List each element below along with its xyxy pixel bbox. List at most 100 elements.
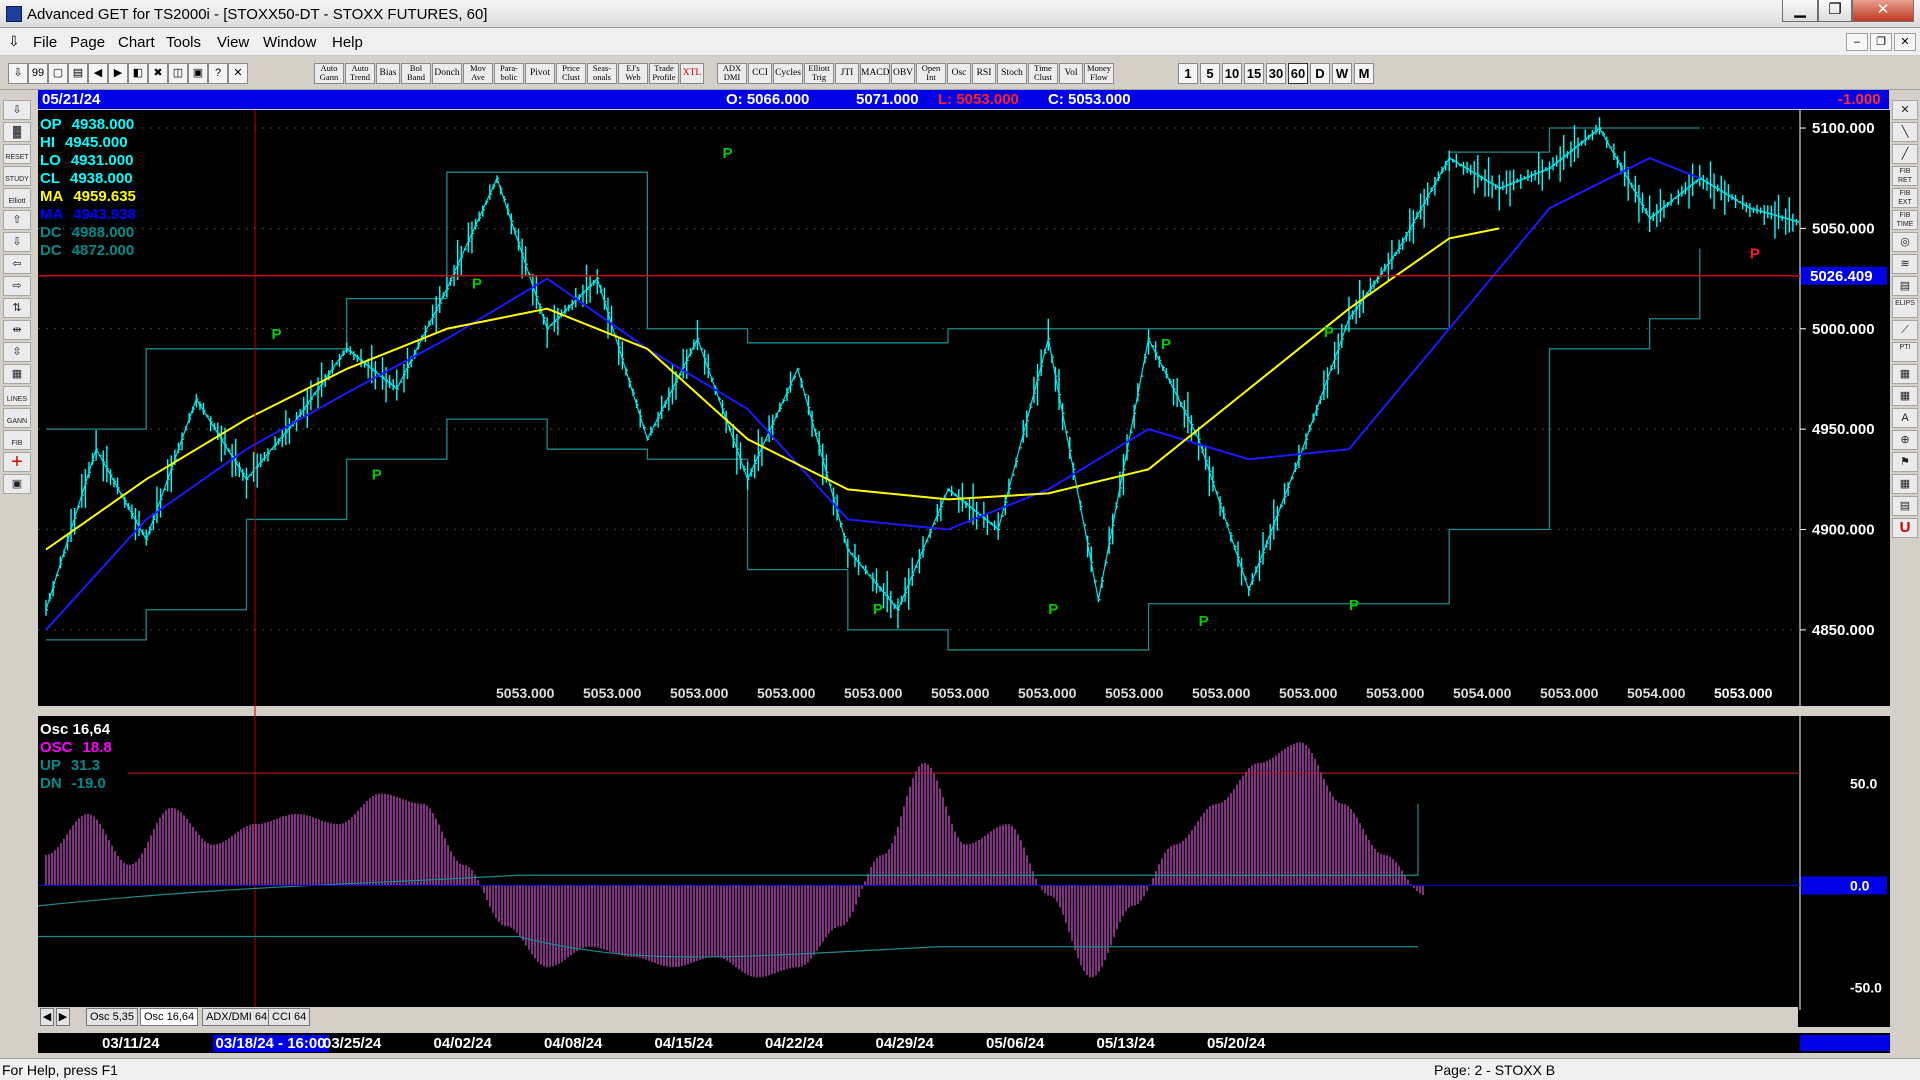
tab-osc-16-64[interactable]: Osc 16,64 <box>140 1008 199 1026</box>
left-tool-12[interactable]: ▦ <box>3 364 31 384</box>
right-tool-9[interactable]: ELIPS <box>1892 298 1918 318</box>
left-tool-11[interactable]: ⇳ <box>3 342 31 362</box>
toolbar-file-button-9[interactable]: ▣ <box>188 63 208 84</box>
toolbar-indicator-para-bolic[interactable]: Para- bolic <box>494 63 524 84</box>
right-tool-2[interactable]: ╱ <box>1892 144 1918 164</box>
toolbar-indicator-osc[interactable]: Osc <box>947 63 971 84</box>
price-chart-svg[interactable]: 5100.000 5050.000 5000.000 4950.000 4900.000… <box>38 110 1890 1027</box>
toolbar-indicator-donch[interactable]: Donch <box>432 63 462 84</box>
toolbar-file-button-2[interactable]: ▢ <box>48 63 68 84</box>
left-tool-13[interactable]: LINES <box>3 386 31 406</box>
left-tool-16[interactable]: + <box>3 452 31 472</box>
left-tool-5[interactable]: ⇧ <box>3 210 31 230</box>
interval-button-60[interactable]: 60 <box>1288 63 1308 84</box>
right-tool-5[interactable]: FIB TIME <box>1892 210 1918 230</box>
mdi-close-button[interactable]: ✕ <box>1894 33 1916 51</box>
toolbar-indicator-macd[interactable]: MACD <box>860 63 890 84</box>
right-tool-12[interactable]: ▦ <box>1892 364 1918 384</box>
toolbar-file-button-1[interactable]: 99 <box>28 63 48 84</box>
minimize-button[interactable]: ▁ <box>1782 0 1818 22</box>
chart-area[interactable]: 5100.000 5050.000 5000.000 4950.000 4900.000… <box>38 110 1890 1027</box>
right-tool-11[interactable]: PTI <box>1892 342 1918 362</box>
right-tool-17[interactable]: ▦ <box>1892 474 1918 494</box>
document-icon[interactable]: ⇩ <box>8 33 20 50</box>
menu-view[interactable]: View <box>217 34 249 51</box>
close-button[interactable]: ✕ <box>1852 0 1914 22</box>
toolbar-indicator-auto-gann[interactable]: Auto Gann <box>314 63 344 84</box>
toolbar-indicator-elliott-trig[interactable]: Elliott Trig <box>804 63 834 84</box>
right-tool-14[interactable]: A <box>1892 408 1918 428</box>
toolbar-indicator-money-flow[interactable]: Money Flow <box>1084 63 1114 84</box>
left-tool-1[interactable]: ▓ <box>3 122 31 142</box>
tab-scroll-right-icon[interactable]: ▶ <box>56 1008 70 1026</box>
toolbar-file-button-7[interactable]: ✖ <box>148 63 168 84</box>
right-tool-13[interactable]: ▦ <box>1892 386 1918 406</box>
menu-page[interactable]: Page <box>70 34 105 51</box>
mdi-minimize-button[interactable]: ‒ <box>1846 33 1868 51</box>
interval-button-5[interactable]: 5 <box>1200 63 1220 84</box>
toolbar-file-button-11[interactable]: ✕ <box>228 63 248 84</box>
right-tool-19[interactable]: U <box>1892 518 1918 538</box>
toolbar-file-button-6[interactable]: ◧ <box>128 63 148 84</box>
right-tool-7[interactable]: ≋ <box>1892 254 1918 274</box>
menu-file[interactable]: File <box>33 34 57 51</box>
mdi-restore-button[interactable]: ❐ <box>1870 33 1892 51</box>
interval-button-30[interactable]: 30 <box>1266 63 1286 84</box>
menu-tools[interactable]: Tools <box>166 34 201 51</box>
menu-help[interactable]: Help <box>332 34 363 51</box>
left-tool-14[interactable]: GANN <box>3 408 31 428</box>
right-tool-15[interactable]: ⊕ <box>1892 430 1918 450</box>
toolbar-indicator-vol[interactable]: Vol <box>1059 63 1083 84</box>
right-tool-10[interactable]: ⟋ <box>1892 320 1918 340</box>
right-tool-16[interactable]: ⚑ <box>1892 452 1918 472</box>
toolbar-indicator-bias[interactable]: Bias <box>376 63 400 84</box>
toolbar-indicator-cycles[interactable]: Cycles <box>773 63 803 84</box>
right-tool-1[interactable]: ╲ <box>1892 122 1918 142</box>
left-tool-3[interactable]: STUDY <box>3 166 31 186</box>
toolbar-indicator-adx-dmi[interactable]: ADX DMI <box>717 63 747 84</box>
toolbar-indicator-xtl[interactable]: XTL <box>680 63 704 84</box>
toolbar-indicator-price-clust[interactable]: Price Clust <box>556 63 586 84</box>
right-tool-0[interactable]: ✕ <box>1892 100 1918 120</box>
toolbar-indicator-open-int[interactable]: Open Int <box>916 63 946 84</box>
left-tool-17[interactable]: ▣ <box>3 474 31 494</box>
toolbar-indicator-stoch[interactable]: Stoch <box>997 63 1027 84</box>
toolbar-indicator-rsi[interactable]: RSI <box>972 63 996 84</box>
toolbar-file-button-3[interactable]: ▤ <box>68 63 88 84</box>
interval-button-1[interactable]: 1 <box>1178 63 1198 84</box>
tab-adx-dmi[interactable]: ADX/DMI 64 <box>202 1008 272 1026</box>
toolbar-indicator-time-clust[interactable]: Time Clust <box>1028 63 1058 84</box>
toolbar-indicator-pivot[interactable]: Pivot <box>525 63 555 84</box>
toolbar-indicator-mov-ave[interactable]: Mov Ave <box>463 63 493 84</box>
right-tool-8[interactable]: ▤ <box>1892 276 1918 296</box>
interval-button-M[interactable]: M <box>1354 63 1374 84</box>
interval-button-15[interactable]: 15 <box>1244 63 1264 84</box>
tab-osc-5-35[interactable]: Osc 5,35 <box>86 1008 139 1026</box>
right-tool-18[interactable]: ▤ <box>1892 496 1918 516</box>
tab-cci[interactable]: CCI 64 <box>268 1008 311 1026</box>
toolbar-indicator-jti[interactable]: JTI <box>835 63 859 84</box>
interval-button-10[interactable]: 10 <box>1222 63 1242 84</box>
left-tool-6[interactable]: ⇩ <box>3 232 31 252</box>
menu-window[interactable]: Window <box>263 34 316 51</box>
left-tool-4[interactable]: Elliott <box>3 188 31 208</box>
left-tool-10[interactable]: ⇹ <box>3 320 31 340</box>
interval-button-W[interactable]: W <box>1332 63 1352 84</box>
left-tool-2[interactable]: RESET <box>3 144 31 164</box>
tab-scroll-left-icon[interactable]: ◀ <box>40 1008 54 1026</box>
toolbar-indicator-obv[interactable]: OBV <box>891 63 915 84</box>
toolbar-file-button-5[interactable]: ▶ <box>108 63 128 84</box>
left-tool-9[interactable]: ⇅ <box>3 298 31 318</box>
left-tool-8[interactable]: ⇨ <box>3 276 31 296</box>
right-tool-3[interactable]: FIB RET <box>1892 166 1918 186</box>
right-tool-4[interactable]: FIB EXT <box>1892 188 1918 208</box>
maximize-button[interactable]: ❐ <box>1818 0 1852 22</box>
left-tool-15[interactable]: FIB <box>3 430 31 450</box>
left-tool-7[interactable]: ⇦ <box>3 254 31 274</box>
toolbar-indicator-ej-s-web[interactable]: EJ's Web <box>618 63 648 84</box>
toolbar-indicator-bol-band[interactable]: Bol Band <box>401 63 431 84</box>
toolbar-file-button-0[interactable]: ⇩ <box>8 63 28 84</box>
toolbar-file-button-4[interactable]: ◀ <box>88 63 108 84</box>
toolbar-file-button-8[interactable]: ◫ <box>168 63 188 84</box>
toolbar-file-button-10[interactable]: ? <box>208 63 228 84</box>
